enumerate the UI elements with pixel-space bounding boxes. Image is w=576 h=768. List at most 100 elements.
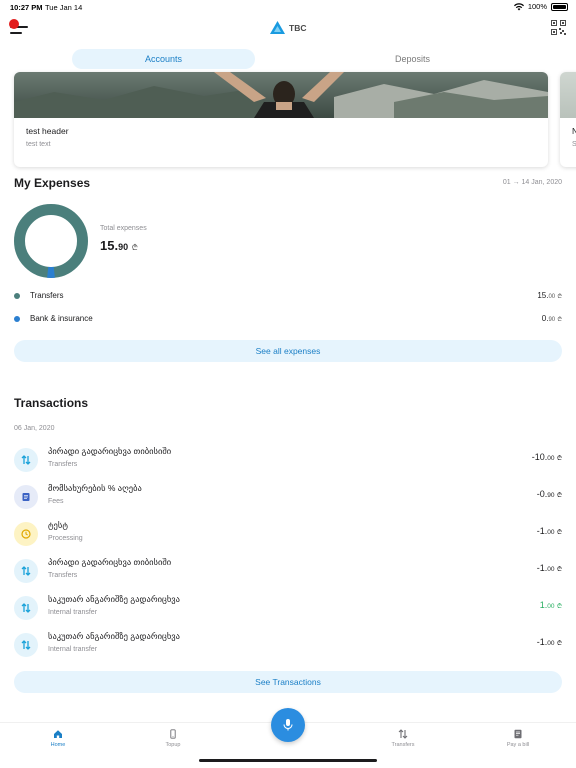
total-int: 15.: [100, 238, 119, 253]
amount-dec: 00: [547, 455, 555, 462]
promo-title: N: [572, 126, 576, 136]
currency-symbol: ₾: [556, 566, 562, 573]
promo-card-next[interactable]: N S: [560, 72, 576, 167]
expense-category-row[interactable]: Transfers 15.00 ₾: [14, 289, 562, 303]
status-time: 10:27 PM: [10, 3, 43, 12]
home-icon: [54, 730, 62, 738]
tab-deposits[interactable]: Deposits: [321, 49, 504, 69]
currency-symbol: ₾: [556, 455, 562, 462]
brand-name: TBC: [289, 22, 307, 33]
nav-pay-a-bill[interactable]: Pay a bill: [488, 729, 548, 748]
currency-symbol: ₾: [131, 243, 138, 252]
qr-code-icon[interactable]: [551, 20, 566, 35]
nav-label: Pay a bill: [506, 742, 530, 748]
promo-subtitle: S: [572, 141, 576, 148]
tab-accounts[interactable]: Accounts: [72, 49, 255, 69]
total-dec: 90: [118, 242, 129, 252]
status-bar: 10:27 PM Tue Jan 14 100%: [0, 0, 576, 14]
amount-dec: 00: [547, 566, 555, 573]
battery-icon: [551, 2, 568, 11]
nav-home[interactable]: Home: [28, 729, 88, 748]
transaction-row[interactable]: პირადი გადარიცხვა თიბისიში Transfers -10…: [14, 442, 562, 476]
transaction-row[interactable]: მომსახურების % აღება Fees -0.90 ₾: [14, 479, 562, 513]
transaction-category: Internal transfer: [48, 609, 98, 616]
transaction-row[interactable]: ტესტ Processing -1.00 ₾: [14, 516, 562, 550]
transaction-name: პირადი გადარიცხვა თიბისიში: [48, 557, 172, 567]
see-all-expenses-button[interactable]: See all expenses: [14, 340, 562, 362]
transaction-name: პირადი გადარიცხვა თიბისიში: [48, 446, 172, 456]
menu-button[interactable]: [9, 19, 28, 36]
home-indicator[interactable]: [199, 759, 377, 762]
transfer-icon: [14, 559, 38, 583]
amount-int: -1.: [536, 526, 548, 536]
expenses-donut-chart: [14, 204, 88, 278]
transaction-amount: -1.00 ₾: [537, 526, 562, 536]
status-date: Tue Jan 14: [45, 3, 83, 12]
amount-dec: 00: [547, 529, 555, 536]
promo-title: test header: [26, 126, 69, 136]
app-screen: 10:27 PM Tue Jan 14 100% TBC Accounts De…: [0, 0, 576, 768]
amount-dec: 00: [548, 294, 556, 300]
transaction-row[interactable]: პირადი გადარიცხვა თიბისიში Transfers -1.…: [14, 553, 562, 587]
transactions-title: Transactions: [14, 396, 89, 410]
transfer-icon: [14, 596, 38, 620]
expenses-date-range[interactable]: 01 → 14 Jan, 2020: [503, 179, 562, 186]
clock-icon: [14, 522, 38, 546]
transaction-category: Internal transfer: [48, 646, 98, 653]
total-expenses-label: Total expenses: [100, 225, 147, 232]
amount-int: -1.: [536, 563, 548, 573]
transaction-row[interactable]: საკუთარ ანგარიშზე გადარიცხვა Internal tr…: [14, 627, 562, 661]
currency-symbol: ₾: [556, 603, 562, 610]
total-expenses-value: 15.90 ₾: [100, 238, 138, 253]
microphone-icon: [283, 719, 293, 731]
transaction-row[interactable]: საკუთარ ანგარიშზე გადარიცხვა Internal tr…: [14, 590, 562, 624]
promo-card[interactable]: test header test text: [14, 72, 548, 167]
transaction-category: Transfers: [48, 572, 78, 579]
app-header: TBC: [0, 14, 576, 44]
battery-percent: 100%: [527, 2, 547, 11]
nav-topup[interactable]: Topup: [143, 729, 203, 748]
transaction-amount: -1.00 ₾: [537, 637, 562, 647]
promo-subtitle: test text: [26, 141, 51, 148]
transaction-name: მომსახურების % აღება: [48, 483, 142, 493]
voice-assistant-button[interactable]: [271, 708, 305, 742]
amount-int: -10.: [531, 452, 548, 462]
nav-transfers[interactable]: Transfers: [373, 729, 433, 748]
promo-image: [560, 72, 576, 118]
category-amount: 0.90 ₾: [542, 314, 562, 323]
transactions-date: 06 Jan, 2020: [14, 425, 55, 432]
promo-photo: [14, 72, 548, 118]
amount-int: -0.: [536, 489, 548, 499]
donut-segment-transfers: [14, 204, 88, 278]
transaction-name: ტესტ: [48, 520, 68, 530]
category-label: Transfers: [30, 291, 64, 300]
amount-dec: 90: [547, 492, 555, 499]
transaction-amount: -10.00 ₾: [532, 452, 562, 462]
category-label: Bank & insurance: [30, 314, 93, 323]
fee-icon: [14, 485, 38, 509]
expense-category-row[interactable]: Bank & insurance 0.90 ₾: [14, 312, 562, 326]
bill-icon: [514, 729, 522, 739]
transaction-name: საკუთარ ანგარიშზე გადარიცხვა: [48, 631, 180, 641]
transaction-category: Fees: [48, 498, 64, 505]
brand-logo: TBC: [270, 21, 306, 34]
currency-symbol: ₾: [556, 640, 562, 647]
transfer-icon: [14, 448, 38, 472]
currency-symbol: ₾: [557, 294, 562, 300]
transfer-icon: [14, 633, 38, 657]
transaction-amount: 1.00 ₾: [540, 600, 562, 610]
transaction-name: საკუთარ ანგარიშზე გადარიცხვა: [48, 594, 180, 604]
currency-symbol: ₾: [556, 529, 562, 536]
see-transactions-button[interactable]: See Transactions: [14, 671, 562, 693]
notification-dot: [9, 19, 19, 29]
category-amount: 15.00 ₾: [537, 291, 562, 300]
nav-label: Topup: [165, 742, 181, 748]
amount-dec: 00: [547, 603, 555, 610]
phone-icon: [170, 729, 176, 739]
transaction-category: Transfers: [48, 461, 78, 468]
status-right: 100%: [513, 2, 568, 11]
currency-symbol: ₾: [557, 317, 562, 323]
amount-int: -1.: [536, 637, 548, 647]
expenses-title: My Expenses: [14, 176, 91, 190]
nav-label: Transfers: [391, 742, 415, 748]
